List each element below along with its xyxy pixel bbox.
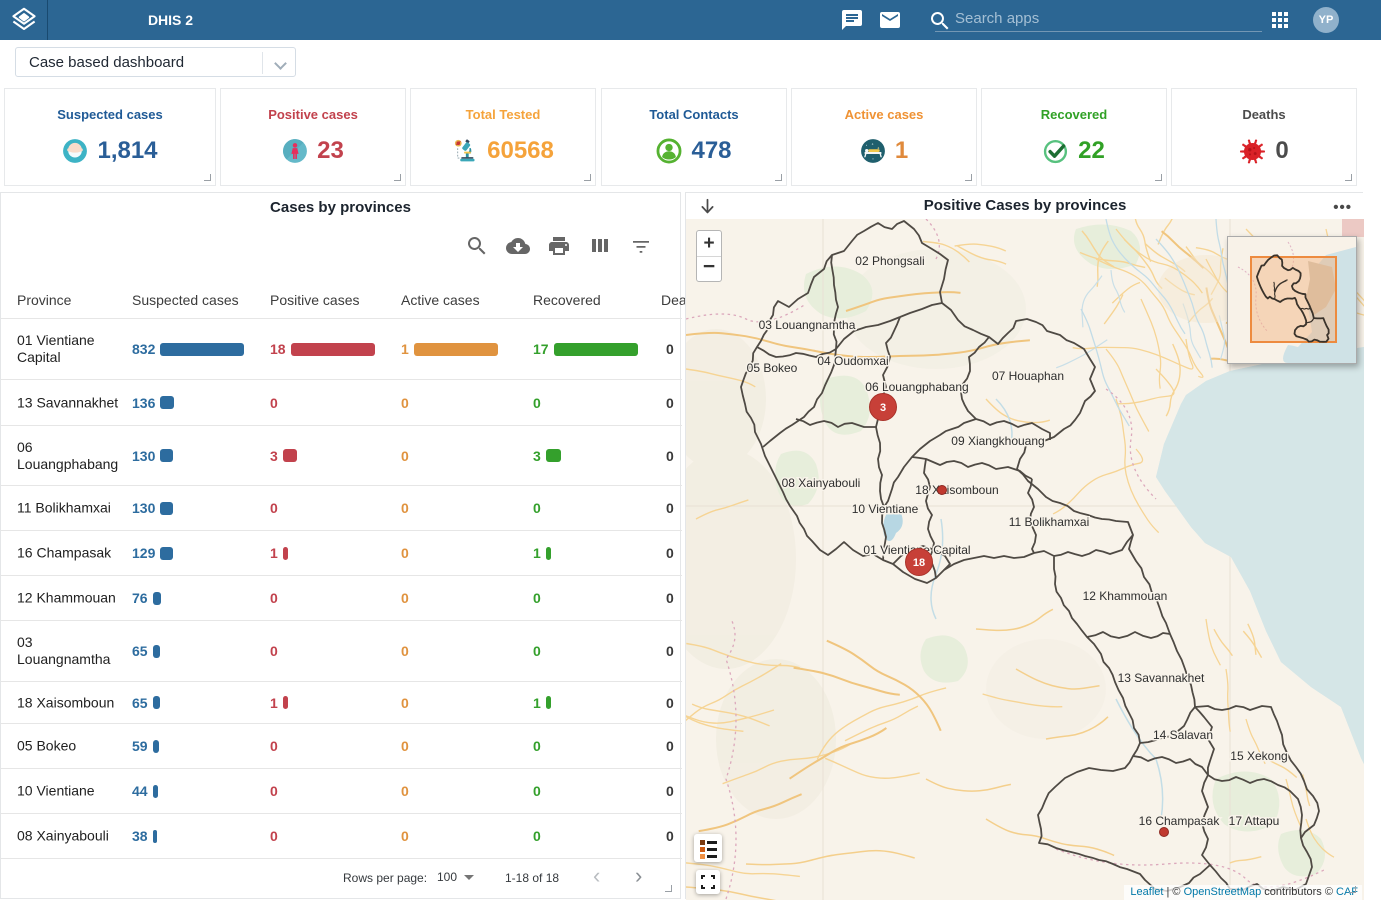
svg-text:07 Houaphan: 07 Houaphan xyxy=(992,369,1064,383)
svg-text:11 Bolikhamxai: 11 Bolikhamxai xyxy=(1009,515,1089,529)
svg-text:03 Louangnamtha: 03 Louangnamtha xyxy=(759,318,856,332)
svg-text:02 Phongsali: 02 Phongsali xyxy=(855,254,924,268)
svg-text:13 Savannakhet: 13 Savannakhet xyxy=(1118,671,1205,685)
svg-text:18 Xaisomboun: 18 Xaisomboun xyxy=(915,483,998,497)
svg-text:05 Bokeo: 05 Bokeo xyxy=(747,361,798,375)
svg-text:10 Vientiane: 10 Vientiane xyxy=(852,502,919,516)
svg-text:08 Xainyabouli: 08 Xainyabouli xyxy=(782,476,861,490)
svg-text:16 Champasak: 16 Champasak xyxy=(1139,814,1221,828)
svg-text:06 Louangphabang: 06 Louangphabang xyxy=(865,380,968,394)
svg-text:09 Xiangkhouang: 09 Xiangkhouang xyxy=(951,434,1044,448)
svg-text:15 Xekong: 15 Xekong xyxy=(1230,749,1287,763)
svg-text:14 Salavan: 14 Salavan xyxy=(1153,728,1213,742)
svg-text:3: 3 xyxy=(880,402,886,414)
svg-text:17 Attapu: 17 Attapu xyxy=(1229,814,1280,828)
svg-text:18: 18 xyxy=(913,557,925,569)
svg-text:04 Oudomxai: 04 Oudomxai xyxy=(817,354,888,368)
svg-text:12 Khammouan: 12 Khammouan xyxy=(1083,589,1168,603)
